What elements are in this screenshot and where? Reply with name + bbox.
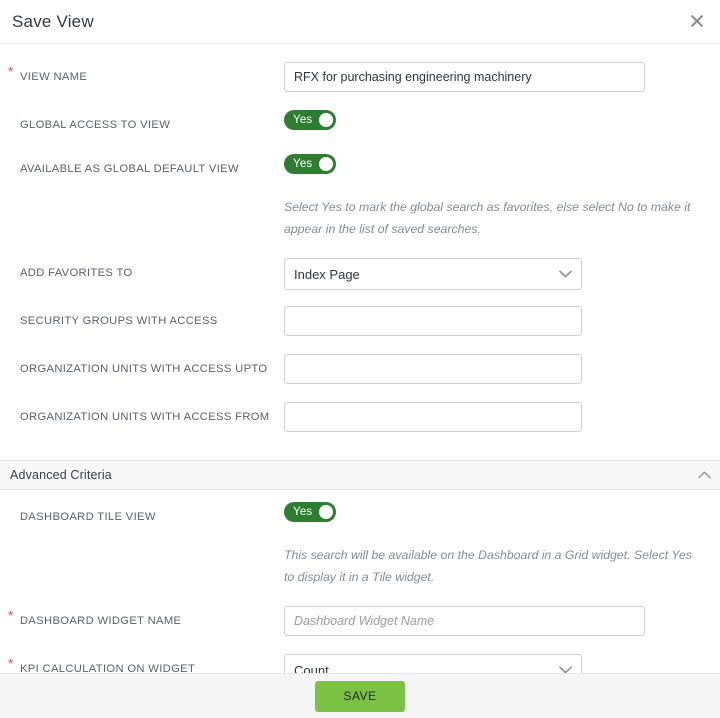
dialog-header: Save View — [0, 0, 720, 44]
chevron-up-icon[interactable] — [698, 466, 711, 484]
label-widget-name: DASHBOARD WIDGET NAME — [12, 614, 181, 628]
label-add-favorites: ADD FAVORITES TO — [12, 266, 133, 280]
toggle-label: Yes — [293, 506, 312, 518]
control-cell — [284, 402, 708, 432]
label-cell-spacer — [12, 196, 284, 201]
add-favorites-select[interactable]: Index Page — [284, 258, 582, 290]
control-cell: Yes — [284, 154, 708, 174]
advanced-criteria-section-header[interactable]: Advanced Criteria — [0, 460, 720, 490]
label-cell: * DASHBOARD WIDGET NAME — [12, 606, 284, 629]
field-row-dashboard-tile: DASHBOARD TILE VIEW Yes — [0, 502, 720, 534]
dialog-footer: SAVE — [0, 673, 720, 718]
label-cell: DASHBOARD TILE VIEW — [12, 502, 284, 525]
org-units-upto-input[interactable] — [284, 354, 582, 384]
label-global-default: AVAILABLE AS GLOBAL DEFAULT VIEW — [12, 162, 239, 176]
required-asterisk: * — [8, 65, 13, 78]
field-row-org-units-upto: ORGANIZATION UNITS WITH ACCESS UPTO — [0, 354, 720, 386]
label-org-units-from: ORGANIZATION UNITS WITH ACCESS FROM — [12, 410, 269, 424]
save-button[interactable]: SAVE — [315, 681, 405, 712]
field-row-global-default: AVAILABLE AS GLOBAL DEFAULT VIEW Yes — [0, 154, 720, 186]
toggle-knob — [319, 113, 333, 127]
label-kpi-calculation: KPI CALCULATION ON WIDGET — [12, 662, 195, 673]
field-row-add-favorites: ADD FAVORITES TO Index Page — [0, 258, 720, 290]
control-cell: Select Yes to mark the global search as … — [284, 196, 708, 240]
label-cell: * VIEW NAME — [12, 62, 284, 85]
label-cell: GLOBAL ACCESS TO VIEW — [12, 110, 284, 133]
label-cell: ADD FAVORITES TO — [12, 258, 284, 281]
label-dashboard-tile: DASHBOARD TILE VIEW — [12, 510, 156, 524]
save-view-dialog: Save View * VIEW NAME GLOBAL ACCESS TO V… — [0, 0, 720, 718]
dialog-body: * VIEW NAME GLOBAL ACCESS TO VIEW Yes — [0, 44, 720, 673]
required-asterisk: * — [8, 609, 13, 622]
control-cell: Yes — [284, 110, 708, 130]
advanced-criteria-title: Advanced Criteria — [0, 468, 112, 482]
kpi-calculation-select-wrap: Count — [284, 654, 582, 673]
label-cell: SECURITY GROUPS WITH ACCESS — [12, 306, 284, 329]
label-global-access: GLOBAL ACCESS TO VIEW — [12, 118, 170, 132]
control-cell: Count — [284, 654, 708, 673]
field-row-view-name: * VIEW NAME — [0, 62, 720, 94]
toggle-knob — [319, 157, 333, 171]
label-cell: ORGANIZATION UNITS WITH ACCESS FROM — [12, 402, 284, 425]
field-row-kpi-calculation: * KPI CALCULATION ON WIDGET Count — [0, 654, 720, 673]
helper-text-global-default: Select Yes to mark the global search as … — [284, 196, 699, 240]
control-cell — [284, 606, 708, 636]
label-cell: ORGANIZATION UNITS WITH ACCESS UPTO — [12, 354, 284, 377]
security-groups-input[interactable] — [284, 306, 582, 336]
control-cell — [284, 62, 708, 92]
helper-row-global-default: Select Yes to mark the global search as … — [0, 196, 720, 240]
label-org-units-upto: ORGANIZATION UNITS WITH ACCESS UPTO — [12, 362, 267, 376]
control-cell: Yes — [284, 502, 708, 522]
view-name-input[interactable] — [284, 62, 645, 92]
label-cell: AVAILABLE AS GLOBAL DEFAULT VIEW — [12, 154, 284, 177]
field-row-org-units-from: ORGANIZATION UNITS WITH ACCESS FROM — [0, 402, 720, 434]
label-security-groups: SECURITY GROUPS WITH ACCESS — [12, 314, 218, 328]
toggle-knob — [319, 505, 333, 519]
field-row-global-access: GLOBAL ACCESS TO VIEW Yes — [0, 110, 720, 142]
label-cell-spacer — [12, 544, 284, 549]
dashboard-tile-toggle[interactable]: Yes — [284, 502, 336, 522]
label-cell: * KPI CALCULATION ON WIDGET — [12, 654, 284, 673]
toggle-label: Yes — [293, 114, 312, 126]
helper-row-dashboard-tile: This search will be available on the Das… — [0, 544, 720, 588]
required-asterisk: * — [8, 657, 13, 670]
kpi-calculation-select[interactable]: Count — [284, 654, 582, 673]
add-favorites-select-wrap: Index Page — [284, 258, 582, 290]
org-units-from-input[interactable] — [284, 402, 582, 432]
toggle-label: Yes — [293, 158, 312, 170]
label-view-name: VIEW NAME — [12, 70, 87, 84]
field-row-security-groups: SECURITY GROUPS WITH ACCESS — [0, 306, 720, 338]
helper-text-dashboard-tile: This search will be available on the Das… — [284, 544, 699, 588]
dashboard-widget-name-input[interactable] — [284, 606, 645, 636]
global-access-toggle[interactable]: Yes — [284, 110, 336, 130]
control-cell: Index Page — [284, 258, 708, 290]
control-cell — [284, 306, 708, 336]
global-default-toggle[interactable]: Yes — [284, 154, 336, 174]
page-title: Save View — [0, 12, 94, 32]
field-row-widget-name: * DASHBOARD WIDGET NAME — [0, 606, 720, 638]
close-icon[interactable] — [684, 8, 710, 34]
control-cell: This search will be available on the Das… — [284, 544, 708, 588]
control-cell — [284, 354, 708, 384]
